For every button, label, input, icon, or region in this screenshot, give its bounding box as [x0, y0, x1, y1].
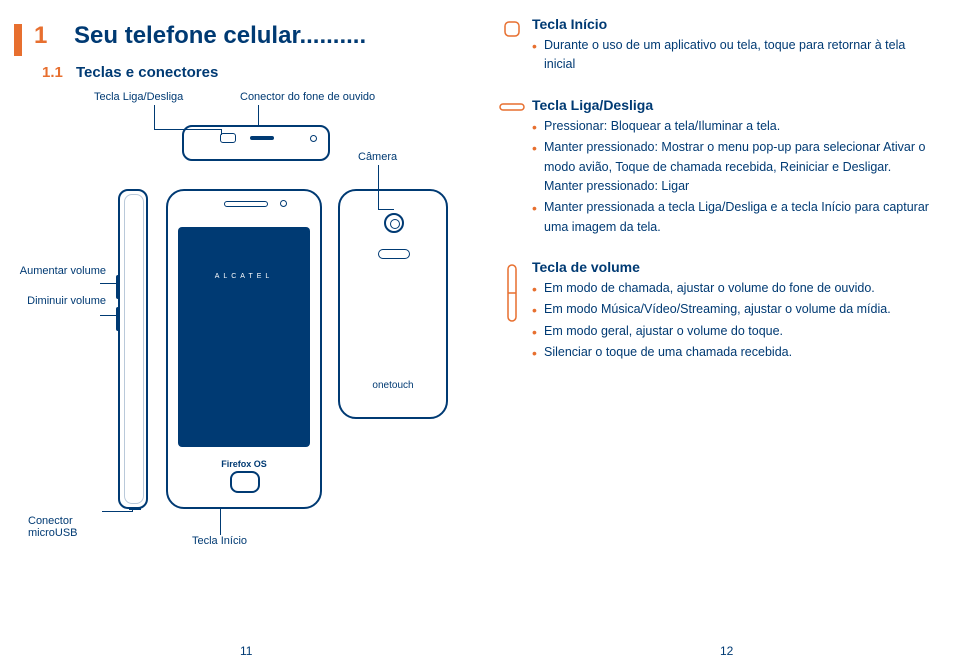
phone-diagram: ALCATEL Firefox OS onetouch Tecla Liga/D… [42, 91, 462, 551]
phone-side-view [118, 189, 148, 509]
list-item: Manter pressionada a tecla Liga/Desliga … [532, 198, 932, 237]
callout-camera: Câmera [358, 151, 397, 163]
list-item: Pressionar: Bloquear a tela/Iluminar a t… [532, 117, 932, 136]
volume-key-icon [492, 259, 532, 365]
page-number-right: 12 [720, 644, 733, 658]
phone-front-view: ALCATEL Firefox OS [166, 189, 322, 509]
phone-back-view: onetouch [338, 189, 448, 419]
volume-key-title: Tecla de volume [532, 259, 932, 275]
callout-power-key: Tecla Liga/Desliga [94, 91, 183, 103]
callout-volume-down: Diminuir volume [16, 295, 106, 307]
power-key-icon [492, 97, 532, 239]
home-key-icon [492, 16, 532, 77]
chapter-title: 1 Seu telefone celular.......... [34, 22, 462, 50]
list-item: Em modo Música/Vídeo/Streaming, ajustar … [532, 300, 932, 319]
callout-headset: Conector do fone de ouvido [240, 91, 390, 103]
power-key-title: Tecla Liga/Desliga [532, 97, 932, 113]
section-number: 1.1 [42, 64, 76, 81]
callout-microusb: Conector microUSB [28, 515, 108, 539]
camera-icon [384, 213, 404, 233]
home-key-title: Tecla Início [532, 16, 932, 32]
callout-volume-up: Aumentar volume [16, 265, 106, 277]
list-item: Em modo geral, ajustar o volume do toque… [532, 322, 932, 341]
list-item: Durante o uso de um aplicativo ou tela, … [532, 36, 932, 75]
section-title: Teclas e conectores [76, 64, 218, 81]
firefox-os-label: Firefox OS [168, 459, 320, 469]
brand-label: ALCATEL [178, 273, 310, 280]
list-item: Em modo de chamada, ajustar o volume do … [532, 279, 932, 298]
callout-home-key: Tecla Início [192, 535, 247, 547]
list-item: Manter pressionado: Mostrar o menu pop-u… [532, 138, 932, 196]
onetouch-label: onetouch [340, 380, 446, 391]
chapter-number: 1 [34, 22, 47, 49]
chapter-accent-bar [14, 24, 22, 56]
phone-top-view [182, 125, 330, 161]
chapter-title-text: Seu telefone celular.......... [74, 22, 366, 49]
page-number-left: 11 [240, 644, 252, 658]
list-item: Silenciar o toque de uma chamada recebid… [532, 343, 932, 362]
home-button-icon [230, 471, 260, 493]
